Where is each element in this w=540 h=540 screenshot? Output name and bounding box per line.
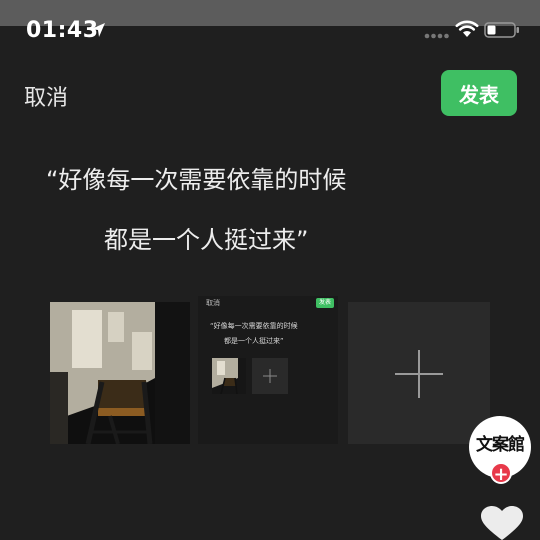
post-text-line-2[interactable]: 都是一个人挺过来” bbox=[104, 220, 308, 255]
wifi-icon bbox=[455, 20, 479, 37]
mini-chair-photo bbox=[212, 358, 246, 394]
photo-thumbnail-chair[interactable] bbox=[50, 302, 190, 444]
follow-plus-icon[interactable]: + bbox=[490, 462, 512, 485]
plus-icon bbox=[395, 350, 443, 398]
mini-publish-label: 发表 bbox=[316, 298, 334, 308]
signal-dots-icon bbox=[424, 33, 449, 39]
wenan-logo-text: 文案館 bbox=[476, 435, 525, 455]
post-text-line-1[interactable]: “好像每一次需要依靠的时候 bbox=[46, 160, 346, 195]
heart-icon[interactable] bbox=[480, 506, 524, 540]
chair-photo bbox=[50, 302, 190, 444]
publish-button[interactable]: 发表 bbox=[441, 70, 517, 116]
mini-cancel-label: 取消 bbox=[206, 299, 220, 307]
location-arrow-icon bbox=[91, 23, 105, 37]
mini-quote-line-2: 都是一个人挺过来” bbox=[224, 337, 284, 345]
status-time: 01:43 bbox=[26, 18, 99, 43]
status-bar: 01:43 bbox=[0, 16, 540, 46]
mini-plus-icon bbox=[263, 369, 277, 383]
mini-add-box bbox=[252, 358, 288, 394]
battery-icon bbox=[484, 22, 519, 38]
cancel-button[interactable]: 取消 bbox=[24, 80, 68, 112]
add-image-button[interactable] bbox=[348, 302, 490, 444]
mini-quote-line-1: “好像每一次需要依靠的时候 bbox=[210, 322, 298, 330]
screenshot-thumbnail[interactable]: 取消 发表 “好像每一次需要依靠的时候 都是一个人挺过来” bbox=[198, 296, 338, 444]
